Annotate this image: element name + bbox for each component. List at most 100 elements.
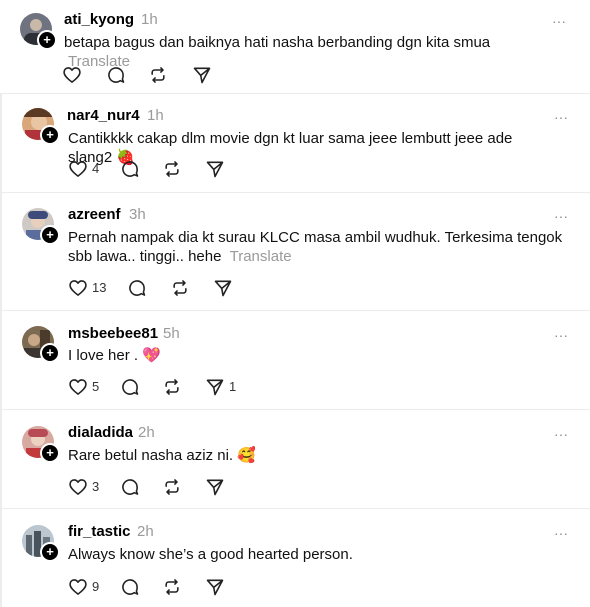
post-text: Pernah nampak dia kt surau KLCC masa amb… bbox=[68, 228, 568, 266]
post-text: Rare betul nasha aziz ni. 🥰 bbox=[68, 446, 558, 465]
like-button[interactable]: 9 bbox=[68, 576, 99, 598]
send-icon bbox=[213, 278, 233, 298]
more-options-icon[interactable]: ··· bbox=[554, 526, 568, 540]
timestamp: 5h bbox=[163, 325, 180, 342]
comment-icon bbox=[120, 377, 140, 397]
comment-button[interactable] bbox=[127, 277, 147, 299]
comment-button[interactable] bbox=[120, 376, 140, 398]
like-count: 4 bbox=[92, 161, 100, 176]
comment-button[interactable] bbox=[106, 64, 126, 86]
send-icon bbox=[192, 65, 212, 85]
repost-button[interactable] bbox=[148, 64, 168, 86]
more-options-icon[interactable]: ··· bbox=[554, 209, 568, 223]
timestamp: 1h bbox=[147, 107, 164, 124]
comment-icon bbox=[127, 278, 147, 298]
comment-button[interactable] bbox=[120, 158, 140, 180]
username[interactable]: msbeebee81 bbox=[68, 325, 158, 343]
more-options-icon[interactable]: ··· bbox=[552, 14, 566, 28]
comment-icon bbox=[120, 577, 140, 597]
comment-icon bbox=[106, 65, 126, 85]
like-count: 9 bbox=[92, 579, 100, 594]
follow-plus-icon[interactable]: + bbox=[40, 343, 60, 363]
more-options-icon[interactable]: ··· bbox=[554, 110, 568, 124]
action-bar: 3 bbox=[68, 476, 288, 498]
sparkling-heart-emoji: 💖 bbox=[142, 346, 161, 364]
heart-icon bbox=[68, 159, 88, 179]
share-button[interactable] bbox=[205, 576, 225, 598]
username[interactable]: nar4_nur4 bbox=[67, 107, 140, 125]
post-body: Pernah nampak dia kt surau KLCC masa amb… bbox=[68, 229, 563, 265]
post-body: Always know she’s a good hearted person. bbox=[68, 546, 353, 563]
share-button[interactable] bbox=[192, 64, 212, 86]
follow-plus-icon[interactable]: + bbox=[40, 225, 60, 245]
share-button[interactable]: 1 bbox=[205, 376, 236, 398]
like-count: 13 bbox=[92, 280, 107, 295]
post-body: Rare betul nasha aziz ni. bbox=[68, 447, 234, 464]
like-button[interactable]: 5 bbox=[68, 376, 99, 398]
translate-link[interactable]: Translate bbox=[230, 248, 292, 265]
heart-icon bbox=[68, 577, 88, 597]
comment-button[interactable] bbox=[120, 476, 140, 498]
send-icon bbox=[205, 477, 225, 497]
repost-button[interactable] bbox=[170, 277, 190, 299]
repost-icon bbox=[162, 477, 182, 497]
reply-post: + msbeebee81 5h ··· I love her . 💖 5 1 bbox=[0, 310, 590, 409]
follow-plus-icon[interactable]: + bbox=[37, 30, 57, 50]
post-text: I love her . 💖 bbox=[68, 346, 558, 365]
timestamp: 2h bbox=[137, 523, 154, 540]
share-button[interactable] bbox=[205, 476, 225, 498]
send-icon bbox=[205, 377, 225, 397]
username[interactable]: azreenf bbox=[68, 206, 121, 224]
follow-plus-icon[interactable]: + bbox=[40, 443, 60, 463]
share-count: 1 bbox=[229, 379, 237, 394]
action-bar: 5 1 bbox=[68, 376, 288, 398]
heart-icon bbox=[68, 477, 88, 497]
username[interactable]: fir_tastic bbox=[68, 523, 131, 541]
post-body: I love her . bbox=[68, 347, 139, 364]
comment-icon bbox=[120, 159, 140, 179]
repost-icon bbox=[162, 577, 182, 597]
reply-post: + dialadida 2h ··· Rare betul nasha aziz… bbox=[0, 409, 590, 508]
post-text: Always know she’s a good hearted person. bbox=[68, 545, 558, 564]
smiling-face-hearts-emoji: 🥰 bbox=[237, 446, 256, 464]
share-button[interactable] bbox=[213, 277, 233, 299]
post: + ati_kyong 1h ··· betapa bagus dan baik… bbox=[0, 0, 590, 92]
repost-icon bbox=[170, 278, 190, 298]
repost-icon bbox=[162, 377, 182, 397]
repost-button[interactable] bbox=[162, 576, 182, 598]
repost-button[interactable] bbox=[162, 476, 182, 498]
heart-icon bbox=[62, 65, 82, 85]
username[interactable]: dialadida bbox=[68, 424, 133, 442]
send-icon bbox=[205, 577, 225, 597]
reply-post: + azreenf 3h ··· Pernah nampak dia kt su… bbox=[0, 192, 590, 310]
repost-button[interactable] bbox=[162, 376, 182, 398]
action-bar: 4 bbox=[68, 158, 268, 180]
action-bar: 13 bbox=[68, 277, 288, 299]
comment-icon bbox=[120, 477, 140, 497]
repost-icon bbox=[162, 159, 182, 179]
share-button[interactable] bbox=[205, 158, 225, 180]
reply-post: + nar4_nur4 1h ··· Cantikkkk cakap dlm m… bbox=[0, 93, 590, 192]
more-options-icon[interactable]: ··· bbox=[554, 328, 568, 342]
like-button[interactable]: 4 bbox=[68, 158, 99, 180]
more-options-icon[interactable]: ··· bbox=[554, 427, 568, 441]
like-button[interactable] bbox=[62, 64, 82, 86]
heart-icon bbox=[68, 278, 88, 298]
follow-plus-icon[interactable]: + bbox=[40, 542, 60, 562]
username[interactable]: ati_kyong bbox=[64, 11, 134, 29]
action-bar bbox=[62, 64, 262, 86]
like-count: 5 bbox=[92, 379, 100, 394]
reply-post: + fir_tastic 2h ··· Always know she’s a … bbox=[0, 508, 590, 607]
like-button[interactable]: 3 bbox=[68, 476, 99, 498]
send-icon bbox=[205, 159, 225, 179]
repost-icon bbox=[148, 65, 168, 85]
follow-plus-icon[interactable]: + bbox=[40, 125, 60, 145]
heart-icon bbox=[68, 377, 88, 397]
timestamp: 1h bbox=[141, 11, 158, 28]
post-body: betapa bagus dan baiknya hati nasha berb… bbox=[64, 34, 491, 51]
repost-button[interactable] bbox=[162, 158, 182, 180]
timestamp: 2h bbox=[138, 424, 155, 441]
comment-button[interactable] bbox=[120, 576, 140, 598]
action-bar: 9 bbox=[68, 576, 288, 598]
like-button[interactable]: 13 bbox=[68, 277, 106, 299]
